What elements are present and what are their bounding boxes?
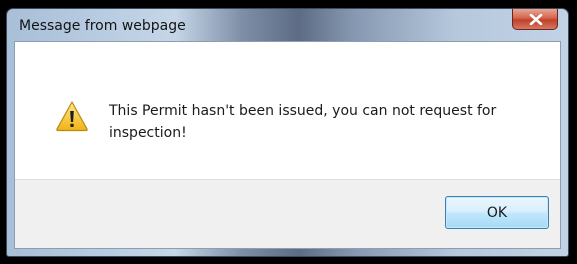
message-dialog: Message from webpage This Permit hasn't … xyxy=(6,8,569,257)
warning-icon xyxy=(56,101,88,132)
ok-button[interactable]: OK xyxy=(445,196,549,229)
dialog-message: This Permit hasn't been issued, you can … xyxy=(109,103,497,141)
close-button[interactable] xyxy=(512,9,558,30)
close-icon xyxy=(529,14,543,25)
title-bar[interactable]: Message from webpage xyxy=(7,9,568,41)
dialog-title: Message from webpage xyxy=(19,18,186,34)
dialog-body: This Permit hasn't been issued, you can … xyxy=(14,41,561,249)
button-bar: OK xyxy=(15,179,560,248)
message-area: This Permit hasn't been issued, you can … xyxy=(15,42,560,179)
